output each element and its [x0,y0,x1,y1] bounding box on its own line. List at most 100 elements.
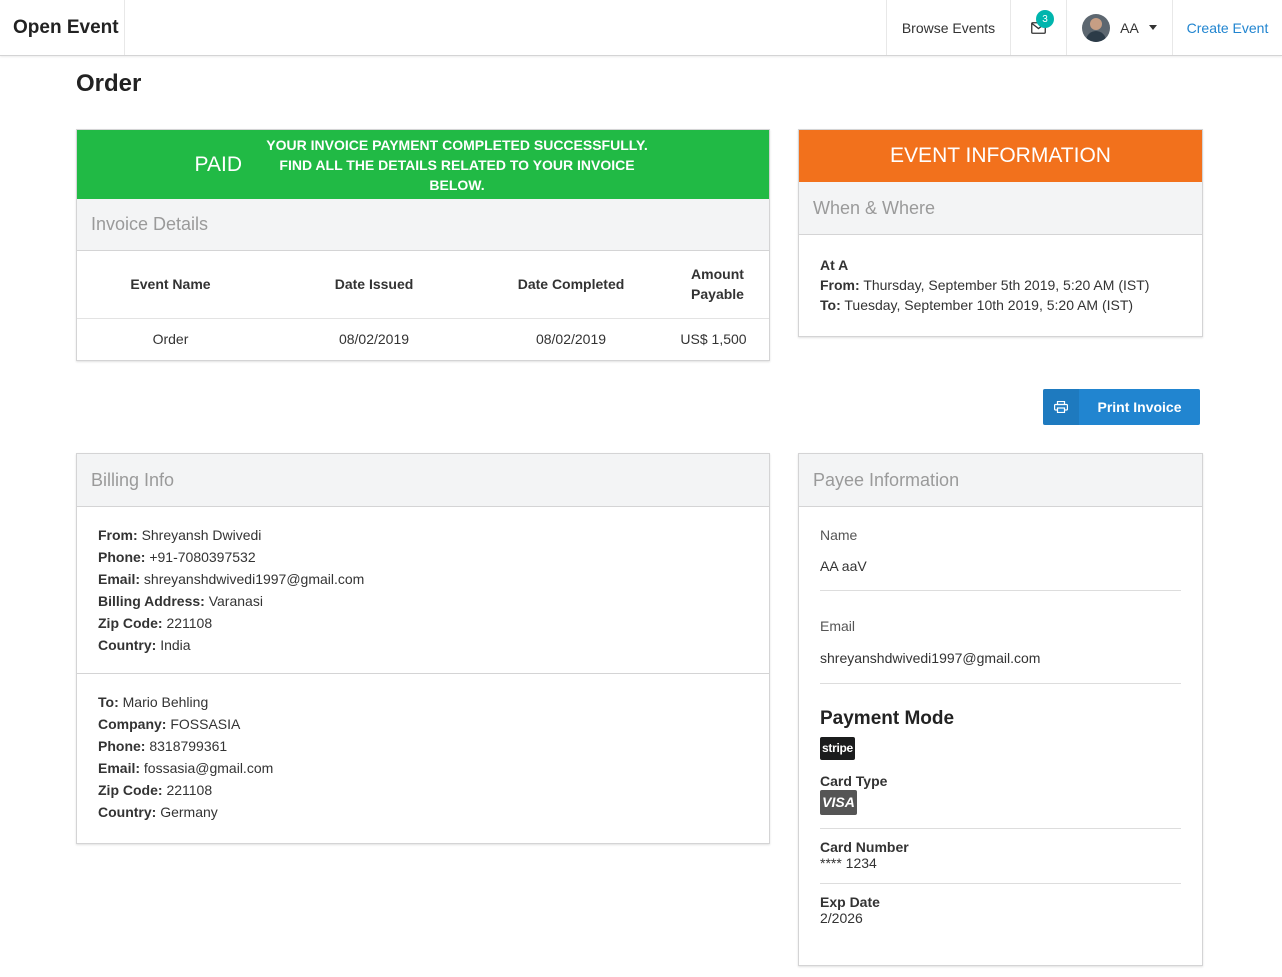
cell-date-completed: 08/02/2019 [484,317,658,360]
notifications-button[interactable]: 3 [1010,0,1066,55]
billing-from-label: Email: [98,571,141,587]
cell-amount-payable: US$ 1,500 [658,317,769,360]
notification-count-badge: 3 [1036,10,1054,28]
stripe-logo: stripe [820,737,855,760]
event-information-banner: EVENT INFORMATION [799,130,1202,182]
billing-from-label: Country: [98,637,157,653]
billing-from-row: Country: India [98,634,748,656]
billing-to-block: To: Mario Behling Company: FOSSASIA Phone:… [77,673,769,840]
event-end: To: Tuesday, September 10th 2019, 5:20 A… [820,295,1181,315]
payee-information-card: Payee Information Name AA aaV Email shre… [798,453,1203,966]
divider [820,683,1181,684]
billing-from-value: Varanasi [208,593,263,609]
exp-date-label: Exp Date [820,894,880,910]
event-information-card: EVENT INFORMATION When & Where At A From… [798,129,1203,337]
paid-message-line2: FIND ALL THE DETAILS RELATED TO YOUR INV… [279,156,635,193]
billing-from-label: Billing Address: [98,593,205,609]
invoice-details-header: Invoice Details [77,199,769,251]
avatar [1082,13,1111,42]
event-details: At A From: Thursday, September 5th 2019,… [799,235,1202,335]
payment-mode-title: Payment Mode [820,708,955,729]
event-start: From: Thursday, September 5th 2019, 5:20… [820,275,1181,295]
visa-logo-wrap: VISA [820,790,1181,815]
billing-from-row: From: Shreyansh Dwivedi [98,524,748,546]
billing-to-row: Company: FOSSASIA [98,713,748,735]
billing-to-row: Phone: 8318799361 [98,735,748,757]
invoice-table: Event Name Date Issued Date Completed Am… [77,251,769,360]
invoice-card: PAID YOUR INVOICE PAYMENT COMPLETED SUCC… [76,129,770,361]
payee-email-label: Email [820,618,856,634]
to-label: To: [820,297,841,313]
billing-from-value: +91-7080397532 [149,549,256,565]
billing-to-value: 8318799361 [149,738,228,754]
card-number-value: **** 1234 [820,855,877,871]
payee-name-value: AA aaV [820,558,867,574]
paid-message-line1: YOUR INVOICE PAYMENT COMPLETED SUCCESSFU… [266,136,648,153]
payee-details: Name AA aaV Email shreyanshdwivedi1997@g… [799,527,1202,926]
to-value: Tuesday, September 10th 2019, 5:20 AM (I… [844,297,1134,313]
billing-from-value: 221108 [166,615,213,631]
col-amount-payable: Amount Payable [691,266,744,303]
col-date-completed: Date Completed [517,276,625,293]
user-name: AA [1120,19,1139,36]
from-label: From: [820,277,860,293]
printer-icon [1043,389,1079,425]
brand-logo[interactable]: Open Event [0,0,125,55]
col-date-issued: Date Issued [334,276,414,293]
divider [820,883,1181,884]
card-number-label: Card Number [820,839,909,855]
billing-info-header: Billing Info [77,454,769,507]
billing-from-row: Phone: +91-7080397532 [98,546,748,568]
paid-message: YOUR INVOICE PAYMENT COMPLETED SUCCESSFU… [252,135,662,195]
billing-from-value: Shreyansh Dwivedi [141,527,262,543]
stripe-logo-wrap: stripe [820,737,1181,760]
paid-banner: PAID YOUR INVOICE PAYMENT COMPLETED SUCC… [77,130,769,199]
card-type-label: Card Type [820,773,888,789]
from-value: Thursday, September 5th 2019, 5:20 AM (I… [863,277,1150,293]
navbar-spacer [125,0,886,55]
billing-from-value: India [160,637,191,653]
billing-to-label: To: [98,694,119,710]
billing-to-label: Phone: [98,738,146,754]
top-navbar: Open Event Browse Events 3 AA Create Eve… [0,0,1282,56]
billing-from-block: From: Shreyansh Dwivedi Phone: +91-708039… [77,507,769,673]
billing-from-row: Billing Address: Varanasi [98,590,748,612]
billing-from-row: Email: shreyanshdwivedi1997@gmail.com [98,568,748,590]
billing-to-value: 221108 [166,782,213,798]
payee-email-value: shreyanshdwivedi1997@gmail.com [820,650,1041,666]
when-where-header: When & Where [799,182,1202,235]
user-menu-dropdown[interactable]: AA [1066,0,1172,55]
billing-to-label: Country: [98,804,157,820]
print-invoice-button[interactable]: Print Invoice [1043,389,1200,425]
billing-to-value: Mario Behling [122,694,209,710]
exp-date-value: 2/2026 [820,910,863,926]
billing-info-card: Billing Info From: Shreyansh Dwivedi Phon… [76,453,770,844]
payee-name-label: Name [820,527,858,543]
payee-information-header: Payee Information [799,454,1202,507]
billing-to-label: Zip Code: [98,782,163,798]
billing-from-value: shreyanshdwivedi1997@gmail.com [143,571,365,587]
billing-from-label: Phone: [98,549,146,565]
billing-to-row: To: Mario Behling [98,691,748,713]
billing-to-value: fossasia@gmail.com [143,760,274,776]
divider [820,590,1181,591]
billing-to-row: Zip Code: 221108 [98,779,748,801]
billing-to-value: Germany [160,804,218,820]
divider [820,828,1181,829]
billing-from-label: Zip Code: [98,615,163,631]
table-row: Order 08/02/2019 08/02/2019 US$ 1,500 [77,317,769,360]
billing-to-label: Email: [98,760,141,776]
event-location: At A [820,257,849,273]
billing-to-row: Email: fossasia@gmail.com [98,757,748,779]
create-event-link[interactable]: Create Event [1172,0,1282,55]
billing-from-label: From: [98,527,138,543]
table-header-row: Event Name Date Issued Date Completed Am… [77,251,769,318]
caret-down-icon [1148,25,1157,30]
print-invoice-label: Print Invoice [1097,399,1182,415]
billing-to-label: Company: [98,716,167,732]
billing-to-row: Country: Germany [98,801,748,823]
paid-status: PAID [194,152,242,176]
visa-logo: VISA [820,790,857,815]
browse-events-link[interactable]: Browse Events [886,0,1010,55]
cell-date-issued: 08/02/2019 [264,317,484,360]
